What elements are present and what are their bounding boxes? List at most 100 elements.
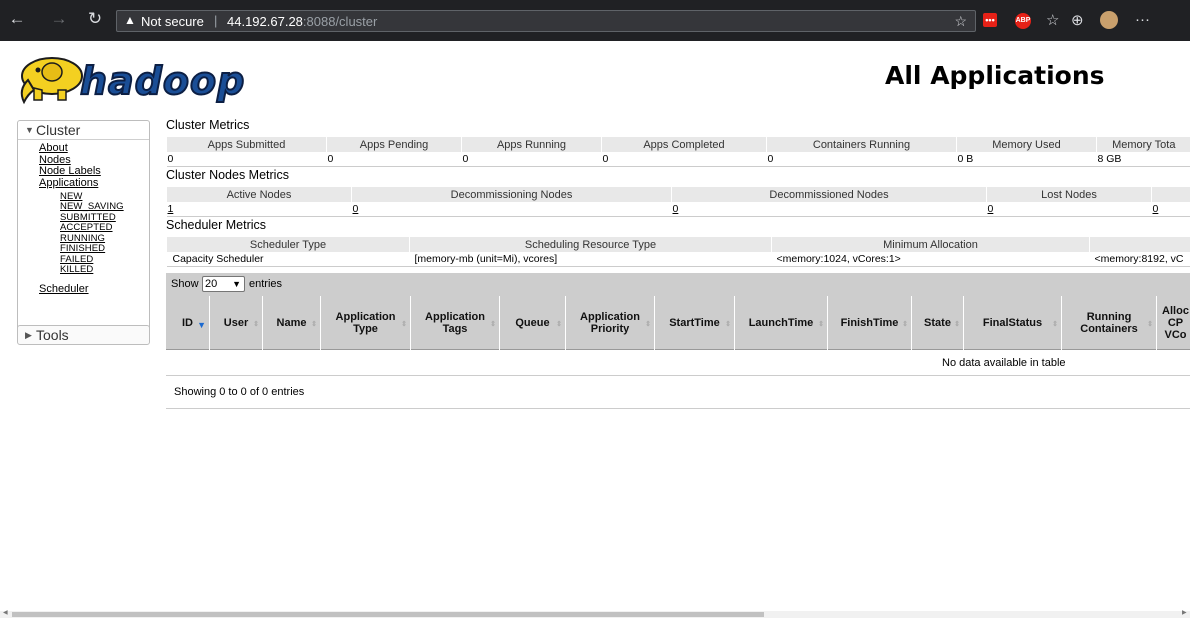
collections-icon[interactable]: ⊕ bbox=[1071, 11, 1084, 29]
hadoop-logo[interactable]: hadoop bbox=[14, 50, 254, 110]
column-header-user[interactable]: User ⇕ bbox=[209, 296, 262, 350]
show-label: Show bbox=[171, 278, 199, 290]
column-label: FinalStatus bbox=[982, 317, 1043, 329]
tools-label: Tools bbox=[36, 327, 69, 343]
nav-link-applications[interactable]: Applications bbox=[39, 177, 149, 190]
cluster-label: Cluster bbox=[36, 122, 81, 138]
metric-value: 8 GB bbox=[1096, 152, 1190, 167]
scroll-left-icon[interactable]: ◀ bbox=[3, 609, 8, 616]
favorites-icon[interactable]: ☆ bbox=[1046, 11, 1059, 29]
entries-label: entries bbox=[249, 278, 283, 290]
scheduler-metrics-title: Scheduler Metrics bbox=[166, 218, 267, 232]
chevron-right-icon: ▶ bbox=[25, 330, 32, 340]
nav-link-state-killed[interactable]: KILLED bbox=[60, 265, 149, 276]
column-header-application-priority[interactable]: Application Priority ⇕ bbox=[565, 296, 654, 350]
column-header: Decommissioned Nodes bbox=[671, 187, 987, 202]
column-label: ID bbox=[182, 317, 193, 329]
column-label: StartTime bbox=[669, 317, 720, 329]
chevron-down-icon: ▼ bbox=[232, 279, 241, 289]
column-header bbox=[1089, 237, 1190, 252]
table-row: Capacity Scheduler [memory-mb (unit=Mi),… bbox=[166, 252, 1190, 267]
sort-icon: ⇕ bbox=[645, 321, 651, 328]
column-header: Containers Running bbox=[766, 137, 957, 152]
column-label: Application Type bbox=[335, 311, 396, 335]
column-label: LaunchTime bbox=[748, 317, 814, 329]
horizontal-scrollbar[interactable]: ◀ ▶ bbox=[0, 609, 1190, 618]
column-header: Scheduling Resource Type bbox=[409, 237, 772, 252]
extension-lastpass-icon[interactable]: ••• bbox=[983, 13, 997, 27]
column-header-launch-time[interactable]: LaunchTime ⇕ bbox=[734, 296, 827, 350]
decommissioned-nodes-link[interactable]: 0 bbox=[673, 203, 679, 215]
metric-value: 0 bbox=[166, 152, 327, 167]
column-header-finish-time[interactable]: FinishTime ⇕ bbox=[827, 296, 911, 350]
column-header: Scheduler Type bbox=[166, 237, 410, 252]
column-header-start-time[interactable]: StartTime ⇕ bbox=[654, 296, 734, 350]
metric-value: <memory:1024, vCores:1> bbox=[771, 252, 1090, 267]
unhealthy-nodes-link[interactable]: 0 bbox=[1153, 203, 1159, 215]
column-label: Queue bbox=[515, 317, 550, 329]
column-header-application-tags[interactable]: Application Tags ⇕ bbox=[410, 296, 499, 350]
column-header-application-type[interactable]: Application Type ⇕ bbox=[320, 296, 410, 350]
column-header-state[interactable]: State ⇕ bbox=[911, 296, 963, 350]
column-header-running-containers[interactable]: Running Containers ⇕ bbox=[1061, 296, 1156, 350]
lost-nodes-link[interactable]: 0 bbox=[988, 203, 994, 215]
more-icon[interactable]: ··· bbox=[1135, 11, 1150, 28]
metric-value: 0 B bbox=[956, 152, 1097, 167]
column-header bbox=[1151, 187, 1190, 202]
decommissioning-nodes-link[interactable]: 0 bbox=[353, 203, 359, 215]
tools-accordion-header[interactable]: ▶ Tools bbox=[17, 325, 150, 345]
bookmark-star-icon[interactable]: ☆ bbox=[954, 13, 967, 30]
page-length-value: 20 bbox=[205, 278, 218, 290]
table-header-row: Scheduler Type Scheduling Resource Type … bbox=[166, 237, 1190, 252]
address-bar[interactable]: ▲ Not secure | 44.192.67.28:8088/cluster… bbox=[116, 10, 976, 32]
cluster-metrics-table: Apps Submitted Apps Pending Apps Running… bbox=[166, 137, 1190, 167]
sort-icon: ⇕ bbox=[490, 321, 496, 328]
url-host: 44.192.67.28 bbox=[227, 14, 303, 29]
column-label: Application Tags bbox=[425, 311, 485, 335]
column-header-queue[interactable]: Queue ⇕ bbox=[499, 296, 565, 350]
nav-link-scheduler[interactable]: Scheduler bbox=[39, 283, 149, 296]
back-icon[interactable]: ← bbox=[6, 8, 28, 30]
active-nodes-link[interactable]: 1 bbox=[168, 203, 174, 215]
sort-icon: ⇕ bbox=[401, 321, 407, 328]
not-secure-label[interactable]: Not secure bbox=[141, 14, 204, 29]
sort-icon: ⇕ bbox=[902, 321, 908, 328]
column-header-final-status[interactable]: FinalStatus ⇕ bbox=[963, 296, 1061, 350]
profile-avatar[interactable] bbox=[1100, 11, 1118, 29]
column-header-name[interactable]: Name ⇕ bbox=[262, 296, 320, 350]
column-header: Apps Running bbox=[461, 137, 602, 152]
column-header-allocated-cpu[interactable]: Alloc CP VCo bbox=[1156, 296, 1190, 350]
column-header: Apps Completed bbox=[601, 137, 767, 152]
node-metrics-title: Cluster Nodes Metrics bbox=[166, 168, 289, 182]
chevron-down-icon: ▼ bbox=[25, 125, 34, 135]
page-length-select[interactable]: 20 ▼ bbox=[202, 276, 245, 292]
forward-icon[interactable]: → bbox=[48, 8, 70, 30]
address-separator: | bbox=[214, 13, 218, 28]
url-port-path: :8088/cluster bbox=[302, 14, 378, 29]
scrollbar-thumb[interactable] bbox=[12, 612, 764, 617]
empty-table-message: No data available in table bbox=[942, 357, 1066, 369]
table-row: 1 0 0 0 0 bbox=[166, 202, 1190, 217]
metric-value: 0 bbox=[461, 152, 602, 167]
scheduler-metrics-table: Scheduler Type Scheduling Resource Type … bbox=[166, 237, 1190, 267]
cluster-accordion-header[interactable]: ▼ Cluster bbox=[18, 121, 149, 140]
reload-icon[interactable]: ↻ bbox=[84, 8, 106, 30]
column-header: Minimum Allocation bbox=[771, 237, 1090, 252]
sort-icon: ⇕ bbox=[1147, 321, 1153, 328]
column-header: Decommissioning Nodes bbox=[351, 187, 672, 202]
metric-value: 0 bbox=[766, 152, 957, 167]
nav-link-about[interactable]: About bbox=[39, 142, 149, 155]
metric-value: 0 bbox=[326, 152, 462, 167]
scroll-right-icon[interactable]: ▶ bbox=[1182, 609, 1187, 616]
sort-icon: ⇕ bbox=[311, 321, 317, 328]
sort-icon: ⇕ bbox=[818, 321, 824, 328]
extension-adblock-icon[interactable]: ABP bbox=[1015, 13, 1031, 29]
table-header-row: ID ▼ User ⇕ Name ⇕ Application Type ⇕ Applic… bbox=[166, 296, 1190, 350]
sort-asc-icon: ▼ bbox=[197, 320, 206, 330]
metric-value: Capacity Scheduler bbox=[166, 252, 410, 267]
column-label: Alloc CP VCo bbox=[1162, 305, 1189, 341]
url-text: 44.192.67.28:8088/cluster bbox=[227, 14, 377, 29]
column-label: Application Priority bbox=[580, 311, 640, 335]
column-header-id[interactable]: ID ▼ bbox=[166, 296, 209, 350]
column-label: State bbox=[924, 317, 951, 329]
